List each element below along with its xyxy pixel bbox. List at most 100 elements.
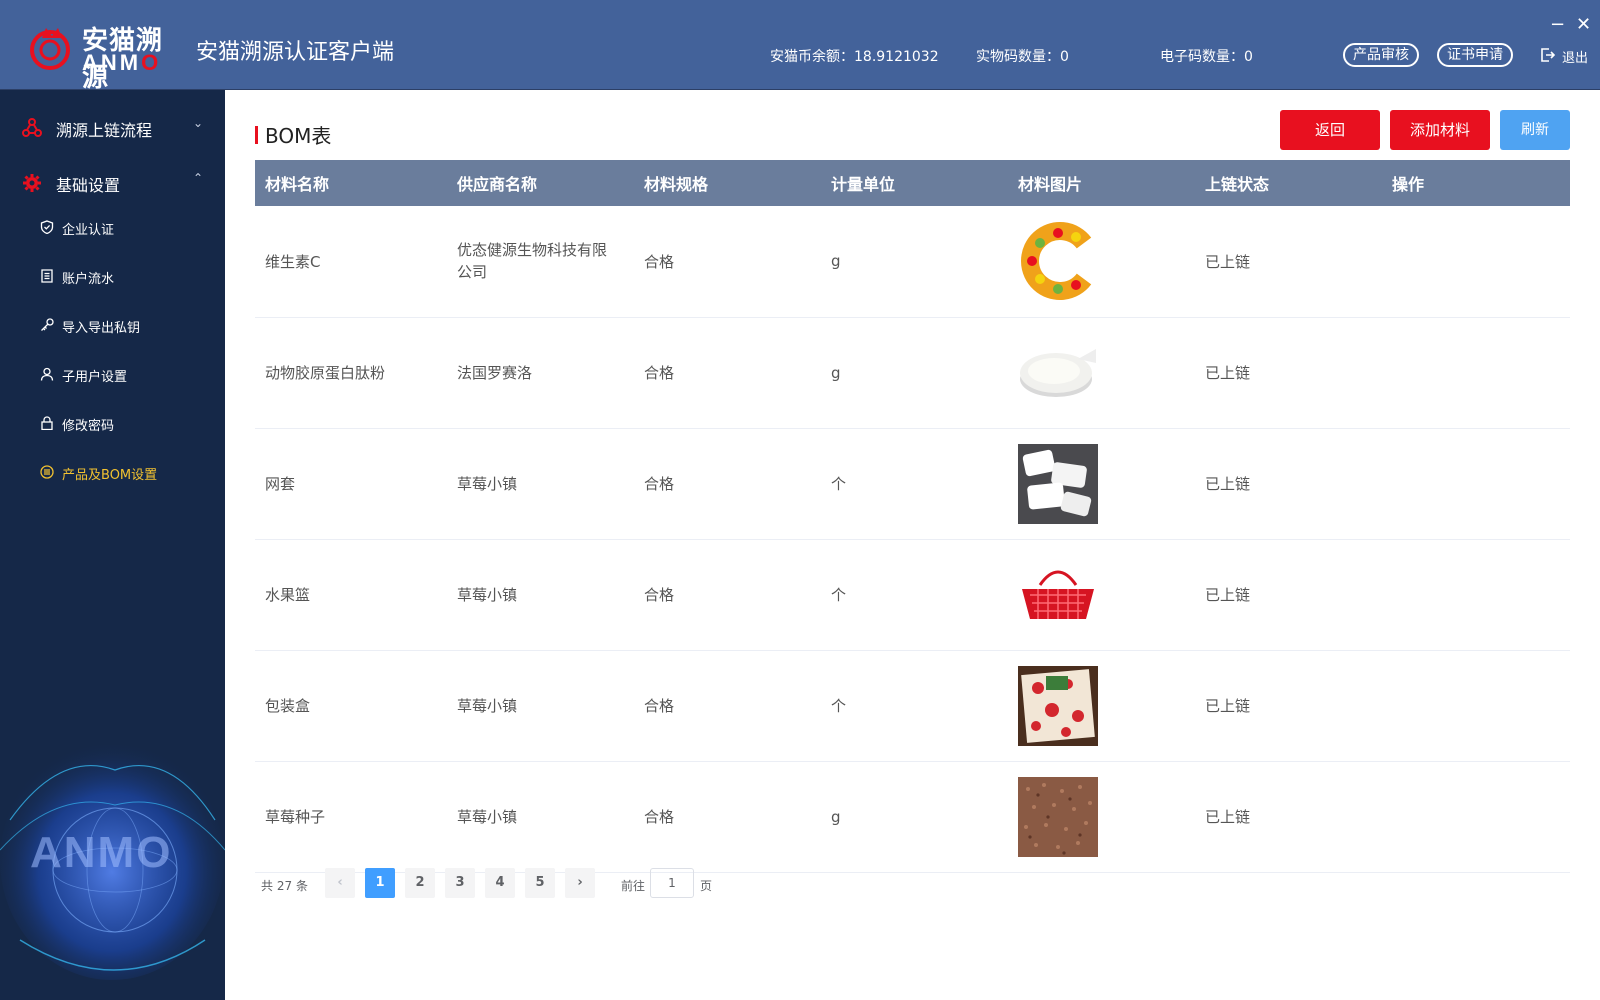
page-unit-label: 页 <box>700 879 713 893</box>
fruit-basket-image[interactable] <box>1018 554 1098 635</box>
pagination-total-suffix: 条 <box>295 879 308 893</box>
logo-english-name: ANMO <box>82 50 161 76</box>
material-image-cell <box>1008 539 1195 651</box>
material-image-cell <box>1008 428 1195 540</box>
material-name: 草莓种子 <box>255 761 447 873</box>
refresh-button[interactable]: 刷新 <box>1500 110 1570 150</box>
page-button-4[interactable]: 4 <box>485 868 515 898</box>
supplier-name: 优态健源生物科技有限公司 <box>447 206 634 318</box>
chain-status: 已上链 <box>1195 761 1382 873</box>
sidebar-item-label: 修改密码 <box>62 419 115 434</box>
measure-unit: 个 <box>821 539 1008 651</box>
measure-unit: 个 <box>821 428 1008 540</box>
chain-status: 已上链 <box>1195 317 1382 429</box>
logout-icon <box>1541 48 1556 62</box>
app-logo: 安猫溯源 ANMO <box>28 18 188 93</box>
material-image-cell <box>1008 317 1195 429</box>
material-name: 水果篮 <box>255 539 447 651</box>
vitamin-c-image[interactable] <box>1018 221 1098 301</box>
sidebar-item-sub-users[interactable]: 子用户设置 <box>0 355 225 395</box>
product-review-button[interactable]: 产品审核 <box>1343 43 1419 67</box>
foam-net-image[interactable] <box>1018 443 1098 524</box>
next-page-button[interactable]: › <box>565 868 595 898</box>
material-spec: 合格 <box>634 428 821 540</box>
table-row: 动物胶原蛋白肽粉 法国罗赛洛 合格 g 已上链 <box>255 317 1570 429</box>
sidebar-item-enterprise-auth[interactable]: 企业认证 <box>0 208 225 248</box>
logo-english-suffix: O <box>141 50 162 75</box>
material-name: 包装盒 <box>255 650 447 762</box>
row-actions <box>1382 539 1570 651</box>
table-header-row: 材料名称 供应商名称 材料规格 计量单位 材料图片 上链状态 操作 <box>255 160 1570 206</box>
goto-page-input[interactable]: 1 <box>650 868 694 898</box>
sidebar-item-product-bom[interactable]: 产品及BOM设置 <box>0 453 225 493</box>
prev-page-button[interactable]: ‹ <box>325 868 355 898</box>
electronic-code-count: 电子码数量：0 <box>1160 49 1253 65</box>
gear-icon <box>23 174 41 192</box>
physical-code-count: 实物码数量：0 <box>976 49 1069 65</box>
minimize-button[interactable]: − <box>1550 14 1565 35</box>
add-material-button[interactable]: 添加材料 <box>1390 110 1490 150</box>
column-header: 材料规格 <box>634 160 821 206</box>
sidebar-group-trace-flow[interactable]: 溯源上链流程 ⌄ <box>0 108 225 148</box>
supplier-name: 草莓小镇 <box>447 761 634 873</box>
goto-label: 前往 <box>621 879 646 893</box>
user-icon <box>40 367 54 381</box>
row-actions <box>1382 206 1570 318</box>
chain-status: 已上链 <box>1195 428 1382 540</box>
material-name: 网套 <box>255 428 447 540</box>
sidebar-item-change-password[interactable]: 修改密码 <box>0 404 225 444</box>
logo-english-prefix: ANM <box>82 50 142 75</box>
collagen-powder-image[interactable] <box>1018 332 1098 413</box>
certificate-apply-button[interactable]: 证书申请 <box>1437 43 1513 67</box>
chevron-down-icon: ⌄ <box>193 116 204 130</box>
logout-button[interactable]: 退出 <box>1540 46 1600 66</box>
measure-unit: g <box>821 317 1008 429</box>
pagination-total: 共 27 条 <box>261 877 308 894</box>
chain-status: 已上链 <box>1195 539 1382 651</box>
row-actions <box>1382 428 1570 540</box>
material-spec: 合格 <box>634 650 821 762</box>
column-header: 操作 <box>1382 160 1570 206</box>
shield-icon <box>40 220 54 234</box>
page-button-1[interactable]: 1 <box>365 868 395 898</box>
sidebar-item-account-flow[interactable]: 账户流水 <box>0 257 225 297</box>
sidebar-item-label: 企业认证 <box>62 223 115 238</box>
material-spec: 合格 <box>634 761 821 873</box>
back-button[interactable]: 返回 <box>1280 110 1380 150</box>
material-name: 维生素C <box>255 206 447 318</box>
sidebar-item-private-key[interactable]: 导入导出私钥 <box>0 306 225 346</box>
page-button-5[interactable]: 5 <box>525 868 555 898</box>
sidebar-item-label: 账户流水 <box>62 272 115 287</box>
supplier-name: 法国罗赛洛 <box>447 317 634 429</box>
table-row: 水果篮 草莓小镇 合格 个 已上链 <box>255 539 1570 651</box>
table-row: 维生素C 优态健源生物科技有限公司 合格 g 已上链 <box>255 206 1570 318</box>
list-circle-icon <box>40 465 54 479</box>
material-image-cell <box>1008 761 1195 873</box>
pagination-total-prefix: 共 <box>261 879 274 893</box>
sidebar-group-basic-settings[interactable]: 基础设置 ⌃ <box>0 163 225 203</box>
column-header: 上链状态 <box>1195 160 1382 206</box>
bom-table: 材料名称 供应商名称 材料规格 计量单位 材料图片 上链状态 操作 维生素C 优… <box>255 160 1570 873</box>
page-button-2[interactable]: 2 <box>405 868 435 898</box>
material-spec: 合格 <box>634 539 821 651</box>
packaging-box-image[interactable] <box>1018 665 1098 746</box>
cat-logo-icon <box>30 28 70 70</box>
supplier-name: 草莓小镇 <box>447 539 634 651</box>
chain-status: 已上链 <box>1195 206 1382 318</box>
measure-unit: g <box>821 761 1008 873</box>
supplier-name: 草莓小镇 <box>447 650 634 762</box>
strawberry-seeds-image[interactable] <box>1018 776 1098 857</box>
measure-unit: 个 <box>821 650 1008 762</box>
table-row: 草莓种子 草莓小镇 合格 g 已上链 <box>255 761 1570 873</box>
sidebar: 溯源上链流程 ⌄ 基础设置 ⌃ 企业认证 账户流水 导入导出私钥 子用户设置 修… <box>0 90 225 1000</box>
page-button-3[interactable]: 3 <box>445 868 475 898</box>
network-nodes-icon <box>22 118 42 137</box>
table-row: 包装盒 草莓小镇 合格 个 已上链 <box>255 650 1570 762</box>
row-actions <box>1382 650 1570 762</box>
material-name: 动物胶原蛋白肽粉 <box>255 317 447 429</box>
lock-icon <box>41 416 53 430</box>
decorative-brand-text: ANMO <box>30 828 173 877</box>
close-button[interactable]: ✕ <box>1576 14 1591 35</box>
page-title: BOM表 <box>265 124 332 148</box>
pagination: 共 27 条 ‹ 1 2 3 4 5 › 前往 1 页 <box>255 868 955 898</box>
